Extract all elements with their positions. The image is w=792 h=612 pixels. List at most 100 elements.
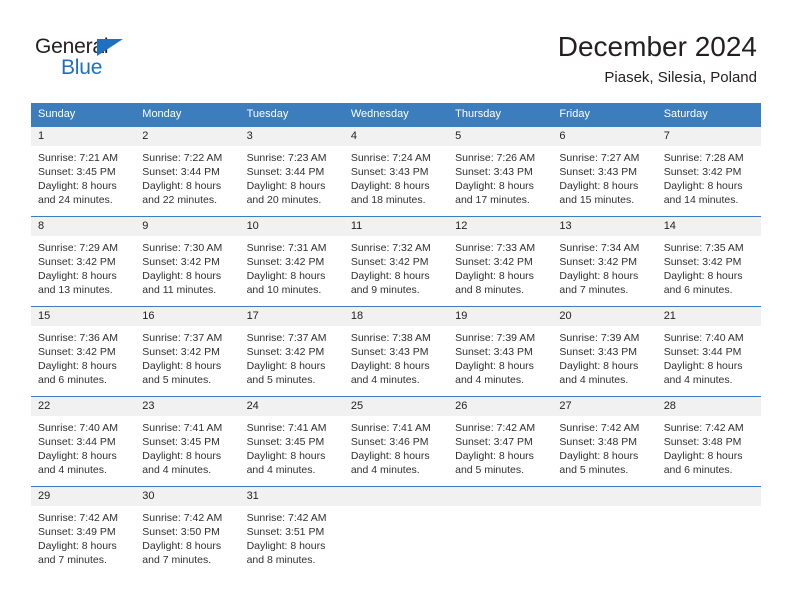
- daylight-text-line2: and 13 minutes.: [38, 284, 113, 296]
- sunrise-text: Sunrise: 7:37 AM: [246, 332, 327, 344]
- daylight-text-line2: and 11 minutes.: [142, 284, 217, 296]
- weekday-header-row: Sunday Monday Tuesday Wednesday Thursday…: [31, 103, 761, 126]
- sunrise-text: Sunrise: 7:42 AM: [559, 422, 640, 434]
- week-row: 8 Sunrise: 7:29 AM Sunset: 3:42 PM Daylight…: [31, 216, 761, 306]
- sunset-text: Sunset: 3:48 PM: [663, 436, 742, 448]
- day-number: 18: [350, 310, 364, 322]
- daylight-text-line2: and 4 minutes.: [350, 464, 420, 476]
- sunset-text: Sunset: 3:42 PM: [663, 256, 742, 268]
- daylight-text-line1: Daylight: 8 hours: [350, 450, 430, 462]
- day-cell[interactable]: 18 Sunrise: 7:38 AM Sunset: 3:43 PM Dayligh…: [343, 307, 449, 396]
- day-number: 28: [663, 400, 676, 412]
- sunset-text: Sunset: 3:42 PM: [559, 256, 638, 268]
- daylight-text-line2: and 17 minutes.: [455, 194, 530, 206]
- day-cell[interactable]: 15 Sunrise: 7:36 AM Sunset: 3:42 PM Dayligh…: [31, 307, 136, 396]
- sunset-text: Sunset: 3:43 PM: [559, 166, 638, 178]
- day-number: 13: [559, 220, 572, 232]
- day-cell[interactable]: 17 Sunrise: 7:37 AM Sunset: 3:42 PM Dayligh…: [239, 307, 344, 396]
- daylight-text-line2: and 5 minutes.: [455, 464, 525, 476]
- daylight-text-line1: Daylight: 8 hours: [38, 360, 117, 372]
- daylight-text-line2: and 24 minutes.: [38, 194, 113, 206]
- sunset-text: Sunset: 3:42 PM: [38, 346, 116, 358]
- sunrise-text: Sunrise: 7:42 AM: [455, 422, 536, 434]
- daylight-text-line1: Daylight: 8 hours: [350, 270, 430, 282]
- daylight-text-line1: Daylight: 8 hours: [246, 540, 326, 552]
- sunset-text: Sunset: 3:46 PM: [350, 436, 429, 448]
- day-cell[interactable]: 26 Sunrise: 7:42 AM Sunset: 3:47 PM Dayligh…: [448, 397, 553, 486]
- daylight-text-line1: Daylight: 8 hours: [246, 270, 326, 282]
- day-cell[interactable]: 12 Sunrise: 7:33 AM Sunset: 3:42 PM Dayligh…: [448, 217, 553, 306]
- day-cell[interactable]: 8 Sunrise: 7:29 AM Sunset: 3:42 PM Daylight…: [31, 217, 136, 306]
- day-number: 15: [38, 310, 51, 322]
- day-cell[interactable]: 21 Sunrise: 7:40 AM Sunset: 3:44 PM Dayligh…: [656, 307, 761, 396]
- general-blue-logo[interactable]: General Blue: [35, 36, 205, 88]
- day-cell[interactable]: 14 Sunrise: 7:35 AM Sunset: 3:42 PM Dayligh…: [656, 217, 761, 306]
- day-number: 20: [559, 310, 572, 322]
- daylight-text-line1: Daylight: 8 hours: [38, 540, 117, 552]
- day-cell[interactable]: 30 Sunrise: 7:42 AM Sunset: 3:50 PM Dayligh…: [135, 487, 240, 573]
- weekday-header-thursday: Thursday: [455, 108, 501, 120]
- day-cell-empty: [552, 487, 657, 573]
- daylight-text-line2: and 18 minutes.: [350, 194, 426, 206]
- daylight-text-line1: Daylight: 8 hours: [455, 270, 534, 282]
- calendar-page: General Blue December 2024 Piasek, Siles…: [0, 0, 792, 612]
- daylight-text-line2: and 5 minutes.: [559, 464, 629, 476]
- day-cell[interactable]: 19 Sunrise: 7:39 AM Sunset: 3:43 PM Dayligh…: [448, 307, 553, 396]
- sunset-text: Sunset: 3:45 PM: [38, 166, 116, 178]
- day-cell[interactable]: 25 Sunrise: 7:41 AM Sunset: 3:46 PM Dayligh…: [343, 397, 449, 486]
- sunset-text: Sunset: 3:43 PM: [559, 346, 638, 358]
- day-cell[interactable]: 13 Sunrise: 7:34 AM Sunset: 3:42 PM Dayligh…: [552, 217, 657, 306]
- day-number: 26: [455, 400, 468, 412]
- daylight-text-line2: and 4 minutes.: [38, 464, 107, 476]
- daylight-text-line1: Daylight: 8 hours: [142, 450, 222, 462]
- day-cell[interactable]: 29 Sunrise: 7:42 AM Sunset: 3:49 PM Dayligh…: [31, 487, 136, 573]
- sunrise-text: Sunrise: 7:42 AM: [38, 512, 118, 524]
- sunset-text: Sunset: 3:44 PM: [663, 346, 742, 358]
- day-cell[interactable]: 1 Sunrise: 7:21 AM Sunset: 3:45 PM Daylight…: [31, 127, 136, 216]
- day-number: 1: [38, 130, 45, 142]
- day-cell[interactable]: 28 Sunrise: 7:42 AM Sunset: 3:48 PM Dayligh…: [656, 397, 761, 486]
- daylight-text-line1: Daylight: 8 hours: [663, 450, 743, 462]
- sunset-text: Sunset: 3:48 PM: [559, 436, 638, 448]
- day-cell[interactable]: 2 Sunrise: 7:22 AM Sunset: 3:44 PM Daylight…: [135, 127, 240, 216]
- sunrise-text: Sunrise: 7:41 AM: [246, 422, 327, 434]
- sunset-text: Sunset: 3:42 PM: [142, 256, 220, 268]
- day-cell[interactable]: 6 Sunrise: 7:27 AM Sunset: 3:43 PM Daylight…: [552, 127, 657, 216]
- day-cell[interactable]: 22 Sunrise: 7:40 AM Sunset: 3:44 PM Dayligh…: [31, 397, 136, 486]
- day-cell[interactable]: 3 Sunrise: 7:23 AM Sunset: 3:44 PM Daylight…: [239, 127, 344, 216]
- day-cell[interactable]: 20 Sunrise: 7:39 AM Sunset: 3:43 PM Dayligh…: [552, 307, 657, 396]
- daylight-text-line2: and 20 minutes.: [246, 194, 322, 206]
- daylight-text-line2: and 4 minutes.: [559, 374, 629, 386]
- daylight-text-line1: Daylight: 8 hours: [142, 270, 222, 282]
- day-number: 4: [350, 130, 357, 142]
- sunrise-text: Sunrise: 7:29 AM: [38, 242, 118, 254]
- day-cell[interactable]: 23 Sunrise: 7:41 AM Sunset: 3:45 PM Dayligh…: [135, 397, 240, 486]
- day-cell[interactable]: 24 Sunrise: 7:41 AM Sunset: 3:45 PM Dayligh…: [239, 397, 344, 486]
- day-cell[interactable]: 10 Sunrise: 7:31 AM Sunset: 3:42 PM Dayligh…: [239, 217, 344, 306]
- day-cell[interactable]: 7 Sunrise: 7:28 AM Sunset: 3:42 PM Daylight…: [656, 127, 761, 216]
- daylight-text-line2: and 14 minutes.: [663, 194, 739, 206]
- daylight-text-line2: and 10 minutes.: [246, 284, 322, 296]
- daylight-text-line2: and 6 minutes.: [663, 284, 733, 296]
- day-number: 17: [246, 310, 259, 322]
- day-cell[interactable]: 5 Sunrise: 7:26 AM Sunset: 3:43 PM Daylight…: [448, 127, 553, 216]
- day-cell[interactable]: 16 Sunrise: 7:37 AM Sunset: 3:42 PM Dayligh…: [135, 307, 240, 396]
- sunrise-text: Sunrise: 7:41 AM: [350, 422, 431, 434]
- day-cell[interactable]: 27 Sunrise: 7:42 AM Sunset: 3:48 PM Dayligh…: [552, 397, 657, 486]
- day-number: 7: [663, 130, 670, 142]
- sunrise-text: Sunrise: 7:31 AM: [246, 242, 327, 254]
- day-cell[interactable]: 4 Sunrise: 7:24 AM Sunset: 3:43 PM Daylight…: [343, 127, 449, 216]
- triangle-icon: [97, 39, 123, 56]
- title-block: December 2024 Piasek, Silesia, Poland: [558, 30, 757, 88]
- sunset-text: Sunset: 3:42 PM: [38, 256, 116, 268]
- sunrise-text: Sunrise: 7:35 AM: [663, 242, 744, 254]
- day-cell[interactable]: 11 Sunrise: 7:32 AM Sunset: 3:42 PM Dayligh…: [343, 217, 449, 306]
- day-cell[interactable]: 9 Sunrise: 7:30 AM Sunset: 3:42 PM Daylight…: [135, 217, 240, 306]
- day-number: 9: [142, 220, 149, 232]
- day-number: 16: [142, 310, 155, 322]
- daylight-text-line2: and 4 minutes.: [350, 374, 420, 386]
- daylight-text-line1: Daylight: 8 hours: [559, 450, 639, 462]
- day-cell[interactable]: 31 Sunrise: 7:42 AM Sunset: 3:51 PM Dayligh…: [239, 487, 344, 573]
- daylight-text-line1: Daylight: 8 hours: [350, 180, 430, 192]
- page-header: General Blue December 2024 Piasek, Siles…: [0, 0, 792, 103]
